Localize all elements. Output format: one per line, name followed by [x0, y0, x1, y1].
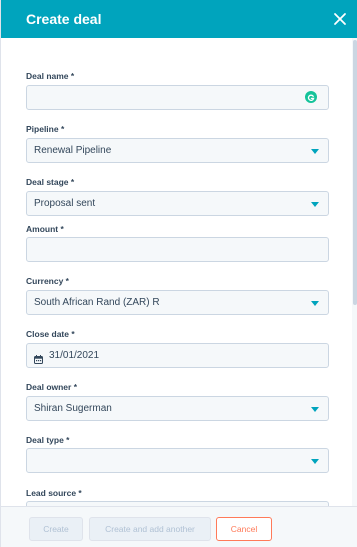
deal-owner-label: Deal owner * — [26, 382, 78, 392]
amount-input[interactable] — [26, 237, 329, 262]
close-date-label: Close date * — [26, 329, 75, 339]
chevron-down-icon — [311, 459, 319, 464]
cancel-button[interactable]: Cancel — [216, 517, 272, 541]
deal-name-label: Deal name * — [26, 71, 75, 81]
lead-source-label: Lead source * — [26, 488, 82, 498]
deal-stage-label: Deal stage * — [26, 177, 75, 187]
create-and-add-another-button[interactable]: Create and add another — [89, 517, 211, 541]
chevron-down-icon — [311, 301, 319, 306]
page-title: Create deal — [26, 11, 102, 27]
deal-stage-value: Proposal sent — [34, 198, 96, 209]
form-scroll-area[interactable]: Deal name * Pipeline * Renewal Pipeline … — [1, 38, 353, 506]
create-button[interactable]: Create — [29, 517, 83, 541]
create-deal-panel: Create deal Deal name * Pipeline * Renew… — [0, 0, 357, 547]
currency-label: Currency * — [26, 276, 69, 286]
close-date-value: 31/01/2021 — [49, 350, 100, 361]
scrollbar-thumb[interactable] — [353, 40, 357, 305]
chevron-down-icon — [311, 407, 319, 412]
panel-header: Create deal — [1, 0, 357, 38]
deal-type-select[interactable] — [26, 448, 329, 473]
deal-type-label: Deal type * — [26, 435, 70, 445]
chevron-down-icon — [311, 149, 319, 154]
amount-label: Amount * — [26, 224, 64, 234]
pipeline-select[interactable]: Renewal Pipeline — [26, 138, 329, 163]
pipeline-value: Renewal Pipeline — [34, 145, 112, 156]
close-date-input[interactable]: 31/01/2021 — [26, 343, 329, 368]
currency-value: South African Rand (ZAR) R — [34, 297, 160, 308]
calendar-icon — [34, 351, 43, 364]
currency-select[interactable]: South African Rand (ZAR) R — [26, 290, 329, 315]
chevron-down-icon — [311, 202, 319, 207]
panel-footer: Create Create and add another Cancel — [1, 506, 357, 547]
grammarly-icon[interactable] — [305, 91, 317, 103]
deal-name-input[interactable] — [26, 85, 329, 110]
close-icon[interactable] — [330, 9, 350, 29]
deal-stage-select[interactable]: Proposal sent — [26, 191, 329, 216]
pipeline-label: Pipeline * — [26, 124, 65, 134]
deal-owner-select[interactable]: Shiran Sugerman — [26, 396, 329, 421]
deal-owner-value: Shiran Sugerman — [34, 403, 112, 414]
